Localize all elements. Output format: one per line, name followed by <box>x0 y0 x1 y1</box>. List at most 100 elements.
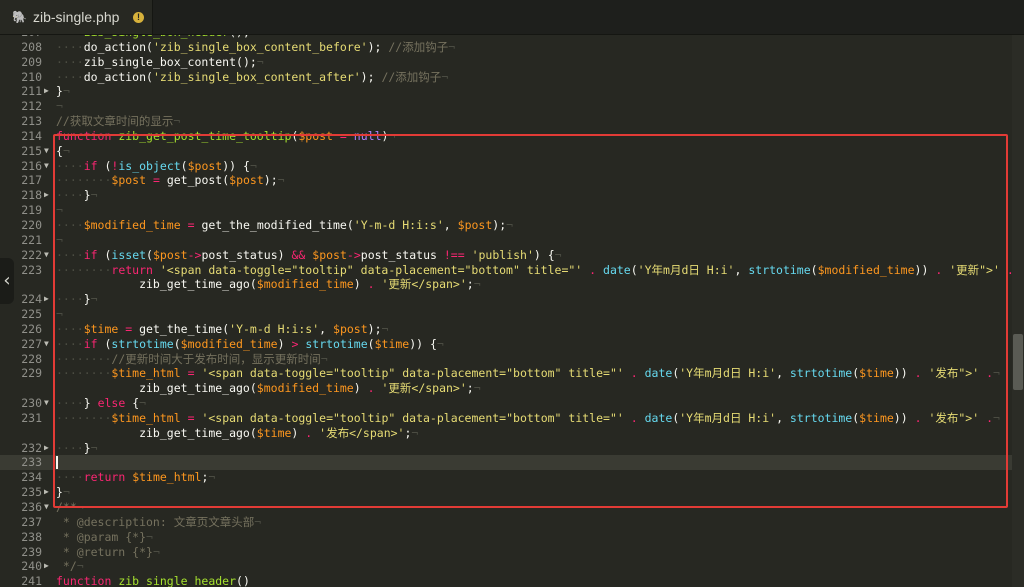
token-ws: ···· <box>56 158 84 173</box>
token-var: $post <box>187 158 223 173</box>
code-line[interactable]: 237 * @description: 文章页文章头部¬ <box>0 515 1012 530</box>
token-plain: ); <box>360 69 382 84</box>
code-line[interactable]: 225 ¬ <box>0 307 1012 322</box>
fold-close-icon[interactable]: ▶ <box>44 441 52 456</box>
code-line[interactable]: 241 function zib_single_header() <box>0 574 1012 587</box>
token-comment: //更新时间大于发布时间，显示更新时间 <box>111 351 321 366</box>
tab-label: zib-single.php <box>33 9 120 25</box>
fold-open-icon[interactable]: ▼ <box>44 500 52 515</box>
token-plain: ( <box>97 247 112 262</box>
code-line[interactable]: 223 ········return '<span data-toggle="to… <box>0 263 1012 278</box>
token-ws: ¬ <box>441 69 449 84</box>
code-line[interactable]: 213 //获取文章时间的显示¬ <box>0 114 1012 129</box>
fold-open-icon[interactable]: ▼ <box>44 159 52 174</box>
code-editor[interactable]: 207····zib_single_box_header();208····do… <box>0 35 1012 587</box>
line-number: 217 <box>21 173 42 188</box>
token-str: '更新">' <box>949 262 1000 277</box>
token-kw: . <box>914 410 922 425</box>
code-line[interactable]: 209 ····zib_single_box_content();¬ <box>0 55 1012 70</box>
code-line[interactable]: 226 ····$time = get_the_time('Y-m-d H:i:s… <box>0 322 1012 337</box>
fold-close-icon[interactable]: ▶ <box>44 188 52 203</box>
line-number: 209 <box>21 54 42 69</box>
code-line[interactable]: 224 ▶ ····}¬ <box>0 292 1012 307</box>
token-str: 'zib_single_box_content_before' <box>152 39 368 54</box>
scrollbar-thumb[interactable] <box>1013 334 1023 390</box>
fold-close-icon[interactable]: ▶ <box>44 559 52 574</box>
token-kw: else <box>97 396 126 411</box>
token-plain: } <box>83 292 91 307</box>
code-line[interactable]: zib_get_time_ago($modified_time) . '更新</… <box>0 277 1012 292</box>
token-ws: ¬ <box>90 188 98 203</box>
line-number: 220 <box>21 217 42 232</box>
line-number: 211 <box>21 84 42 99</box>
fold-open-icon[interactable]: ▼ <box>44 144 52 159</box>
line-number: 238 <box>21 529 42 544</box>
token-ws: ¬ <box>473 381 481 396</box>
code-text: * @return {*}¬ <box>56 545 160 560</box>
fold-open-icon[interactable]: ▼ <box>44 337 52 352</box>
token-kw: if <box>83 158 98 173</box>
token-kw: = <box>187 217 195 232</box>
code-line[interactable]: 240 ▶ */¬ <box>0 559 1012 574</box>
code-line[interactable]: 227 ▼ ····if (strtotime($modified_time) > … <box>0 337 1012 352</box>
token-plain: , <box>776 366 790 381</box>
code-line[interactable]: 239 * @return {*}¬ <box>0 545 1012 560</box>
code-line[interactable]: 219 ¬ <box>0 203 1012 218</box>
code-line[interactable]: 211 ▶}¬ <box>0 84 1012 99</box>
fold-open-icon[interactable]: ▼ <box>44 248 52 263</box>
code-line[interactable]: 216 ▼ ····if (!is_object($post)) {¬ <box>0 159 1012 174</box>
code-line[interactable]: 210 ····do_action('zib_single_box_content… <box>0 70 1012 85</box>
code-line[interactable]: 231 ········$time_html = '<span data-togg… <box>0 411 1012 426</box>
token-plain: get_the_time( <box>132 321 230 336</box>
token-kw: = <box>187 410 195 425</box>
fold-open-icon[interactable]: ▼ <box>44 396 52 411</box>
token-str: '<span data-toggle="tooltip" data-placem… <box>159 262 583 277</box>
fold-close-icon[interactable]: ▶ <box>44 485 52 500</box>
tab-zib-single-php[interactable]: 🐘 zib-single.php ! <box>0 0 153 34</box>
code-line[interactable]: zib_get_time_ago($modified_time) . '更新</… <box>0 381 1012 396</box>
code-line[interactable]: 230 ▼ ····} else {¬ <box>0 396 1012 411</box>
token-plain: { <box>125 396 140 411</box>
token-ws: ···· <box>56 321 84 336</box>
code-line[interactable]: 218 ▶ ····}¬ <box>0 188 1012 203</box>
token-plain: } <box>83 396 98 411</box>
code-line[interactable]: 238 * @param {*}¬ <box>0 530 1012 545</box>
token-ws: ¬ <box>381 321 389 336</box>
fold-close-icon[interactable]: ▶ <box>44 84 52 99</box>
code-line[interactable]: 215 ▼ {¬ <box>0 144 1012 159</box>
unsaved-changes-icon[interactable]: ! <box>133 11 144 23</box>
code-line[interactable]: 222 ▼ ····if (isset($post->post_status) &&… <box>0 248 1012 263</box>
code-line[interactable]: 214 function zib_get_post_time_tooltip($p… <box>0 129 1012 144</box>
token-plain: ); <box>263 173 278 188</box>
code-line[interactable]: 234 ····return $time_html;¬ <box>0 470 1012 485</box>
code-line[interactable]: 220 ····$modified_time = get_the_modified… <box>0 218 1012 233</box>
chevron-left-icon[interactable]: ‹ <box>0 258 14 304</box>
code-line[interactable]: 229 ········$time_html = '<span data-togg… <box>0 366 1012 381</box>
token-kw: . <box>914 366 922 381</box>
line-number: 239 <box>21 544 42 559</box>
code-line[interactable]: 233 <box>0 455 1012 471</box>
token-fn: zib_get_post_time_tooltip <box>118 128 292 143</box>
code-line[interactable]: 236 ▼ /**¬ <box>0 500 1012 515</box>
code-line[interactable]: 228 ········//更新时间大于发布时间，显示更新时间¬ <box>0 352 1012 367</box>
code-line[interactable]: 217 ········$post = get_post($post);¬ <box>0 173 1012 188</box>
token-kw: . <box>367 381 375 396</box>
code-line[interactable]: 221 ¬ <box>0 233 1012 248</box>
token-ws: ¬ <box>249 158 257 173</box>
token-comment: //获取文章时间的显示 <box>56 114 174 129</box>
code-line[interactable]: 208 ····do_action('zib_single_box_content… <box>0 40 1012 55</box>
token-ws: ¬ <box>76 500 84 514</box>
token-fn: zib_single_header <box>118 574 237 587</box>
token-str: 'Y年m月d日 H:i' <box>679 366 777 381</box>
code-line[interactable]: 212 ¬ <box>0 99 1012 114</box>
token-plain: (); <box>229 35 250 39</box>
code-line[interactable]: 232 ▶ ····}¬ <box>0 441 1012 456</box>
vertical-scrollbar[interactable] <box>1012 35 1024 587</box>
code-line[interactable]: zib_get_time_ago($time) . '发布</span>';¬ <box>0 426 1012 441</box>
code-line[interactable]: 235 ▶}¬ <box>0 485 1012 500</box>
fold-close-icon[interactable]: ▶ <box>44 292 52 307</box>
